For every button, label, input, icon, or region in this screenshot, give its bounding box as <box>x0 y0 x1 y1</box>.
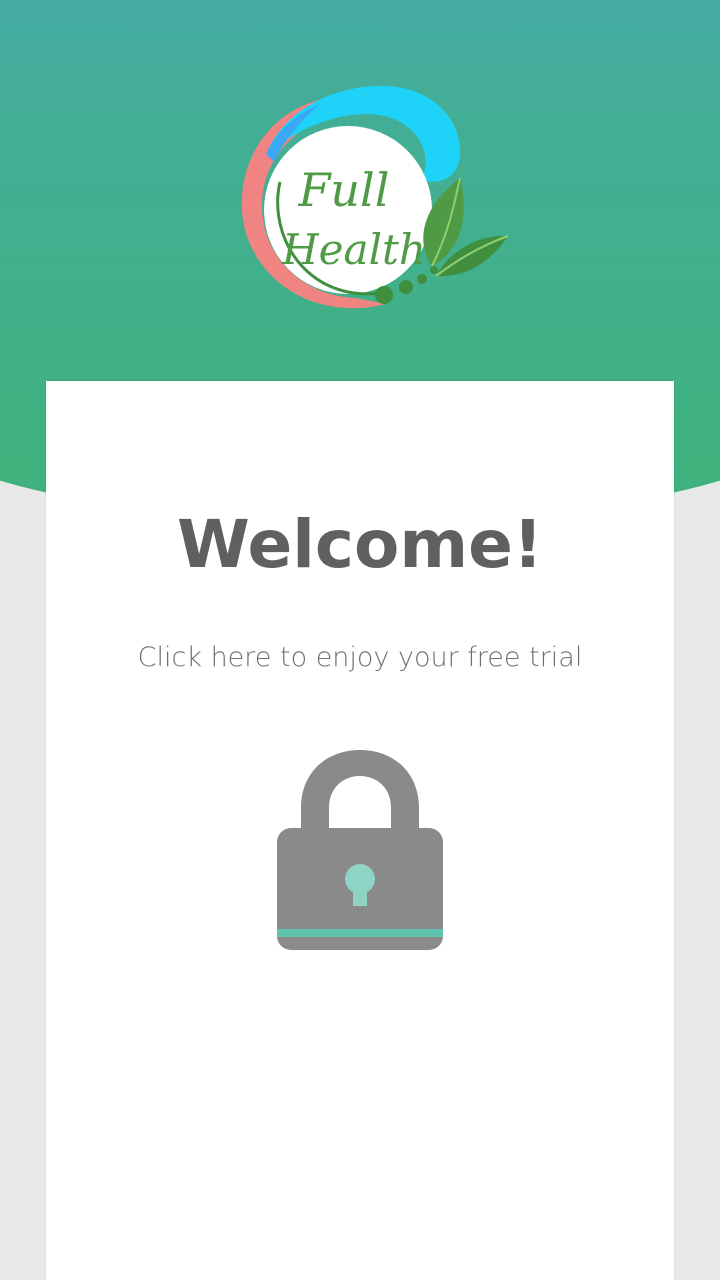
logo-icon: Full Health <box>241 85 509 309</box>
padlock-icon[interactable] <box>277 748 443 952</box>
welcome-title: Welcome! <box>177 506 543 583</box>
full-health-logo: Full Health <box>236 84 512 314</box>
welcome-screen: Full Health Welcome! Click here to enjoy… <box>0 0 720 1280</box>
logo-text-full: Full <box>298 163 390 217</box>
free-trial-link[interactable]: Click here to enjoy your free trial <box>0 638 720 678</box>
logo-text-health: Health <box>281 225 426 274</box>
